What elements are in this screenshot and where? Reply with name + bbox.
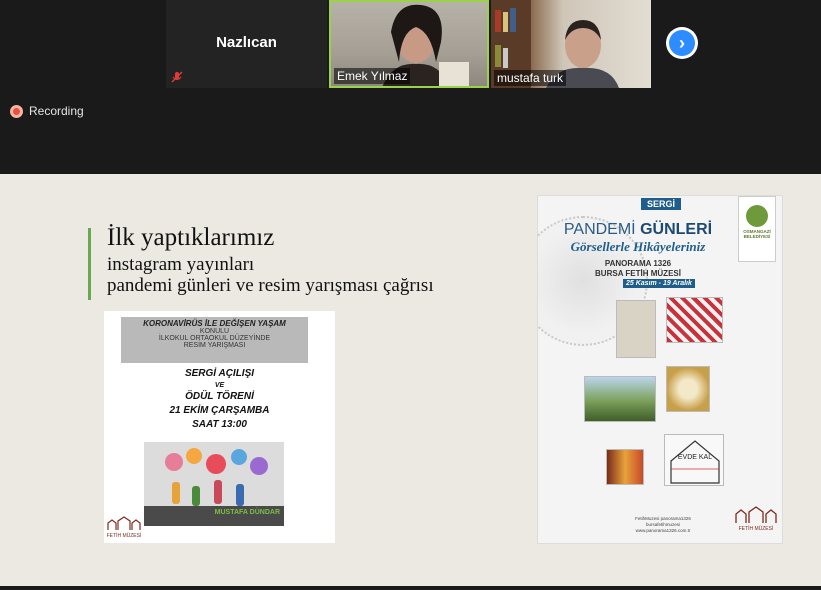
photo-sketch [616, 300, 656, 358]
museum-logo-icon [107, 516, 141, 530]
participant-tile-emek[interactable]: Emek Yılmaz [329, 0, 489, 88]
exhibition-poster: SERGİ PANDEMİ GÜNLERİ Görsellerle Hikâye… [537, 195, 783, 544]
house-caption: EVDE KAL [678, 454, 712, 461]
video-gallery: Nazlıcan Emek Yılmaz mustafa turk › Reco… [0, 0, 821, 174]
photo-stay-home: EVDE KAL [664, 434, 724, 486]
museum-logo-text: FETİH MÜZESİ [738, 526, 774, 532]
photo-bottles [606, 449, 644, 485]
recording-icon [10, 104, 23, 118]
next-page-button[interactable]: › [666, 27, 698, 59]
poster-details: SERGİ AÇILIŞI VE ÖDÜL TÖRENİ 21 EKİM ÇAR… [104, 367, 335, 432]
accent-bar [88, 228, 91, 300]
poster-sponsor: MUSTAFA DÜNDAR [144, 506, 284, 526]
poster-subtitle: Görsellerle Hikâyeleriniz [570, 239, 706, 254]
poster-title-bold: GÜNLERİ [640, 221, 713, 238]
participant-tile-nazlican[interactable]: Nazlıcan [166, 0, 327, 88]
poster-text: RESİM YARIŞMASI [183, 342, 246, 349]
slide-subtitle-2: pandemi günleri ve resim yarışması çağrı… [107, 275, 434, 296]
participant-tile-mustafa[interactable]: mustafa turk [491, 0, 651, 88]
museum-logo: FETİH MÜZESİ [106, 515, 142, 541]
participant-name: Nazlıcan [216, 34, 277, 51]
poster-header: KORONAVİRÜS İLE DEĞİŞEN YAŞAM KONULU İLK… [121, 317, 308, 363]
poster-text: KONULU [199, 328, 230, 335]
municipality-logo-icon [746, 205, 768, 227]
poster-tag: SERGİ [641, 198, 682, 210]
poster-text: SAAT 13:00 [192, 419, 247, 430]
municipality-badge: OSMANGAZİ BELEDİYESİ [738, 196, 776, 262]
poster-text: 21 EKİM ÇARŞAMBA [169, 405, 270, 416]
slide-title: İlk yaptıklarımız [107, 224, 275, 251]
window-edge [0, 586, 821, 590]
museum-logo-text: FETİH MÜZESİ [106, 533, 142, 539]
recording-indicator[interactable]: Recording [10, 104, 84, 118]
poster-heading: KORONAVİRÜS İLE DEĞİŞEN YAŞAM [143, 319, 286, 328]
chevron-right-icon: › [669, 30, 695, 56]
poster-text: SERGİ AÇILIŞI [184, 368, 255, 379]
slide-subtitle: instagram yayınları [107, 254, 255, 275]
house-drawing: EVDE KAL [670, 440, 720, 484]
photo-food [666, 366, 710, 412]
photo-garden [584, 376, 656, 422]
poster-title-part: PANDEMİ [563, 221, 636, 238]
recording-label: Recording [29, 104, 84, 118]
museum-logo-icon [735, 506, 777, 523]
municipality-name: OSMANGAZİ BELEDİYESİ [743, 229, 771, 239]
poster-text: PANORAMA 1326 [604, 259, 672, 268]
poster-dates: 25 Kasım - 19 Aralık [623, 279, 695, 288]
poster-text: www.panorama1326.com.tr [635, 528, 691, 533]
participant-name: mustafa turk [494, 70, 567, 86]
mic-muted-icon [171, 71, 183, 83]
photo-mask [666, 297, 723, 343]
poster-text: İLKOKUL ORTAOKUL DÜZEYİNDE [158, 335, 271, 342]
participant-name: Emek Yılmaz [334, 68, 411, 84]
shared-screen: İlk yaptıklarımız instagram yayınları pa… [0, 174, 821, 590]
contest-poster: KORONAVİRÜS İLE DEĞİŞEN YAŞAM KONULU İLK… [104, 311, 335, 543]
poster-text: BURSA FETİH MÜZESİ [595, 269, 681, 278]
museum-logo: FETİH MÜZESİ [734, 504, 778, 540]
poster-venue: PANORAMA 1326 BURSA FETİH MÜZESİ [538, 259, 738, 279]
poster-text: VE [214, 382, 225, 389]
poster-title: PANDEMİ GÜNLERİ [538, 221, 738, 239]
poster-text: ÖDÜL TÖRENİ [185, 391, 254, 402]
poster-footer: FetihMuzesi panorama1326 bursafetihmuzes… [608, 516, 718, 534]
